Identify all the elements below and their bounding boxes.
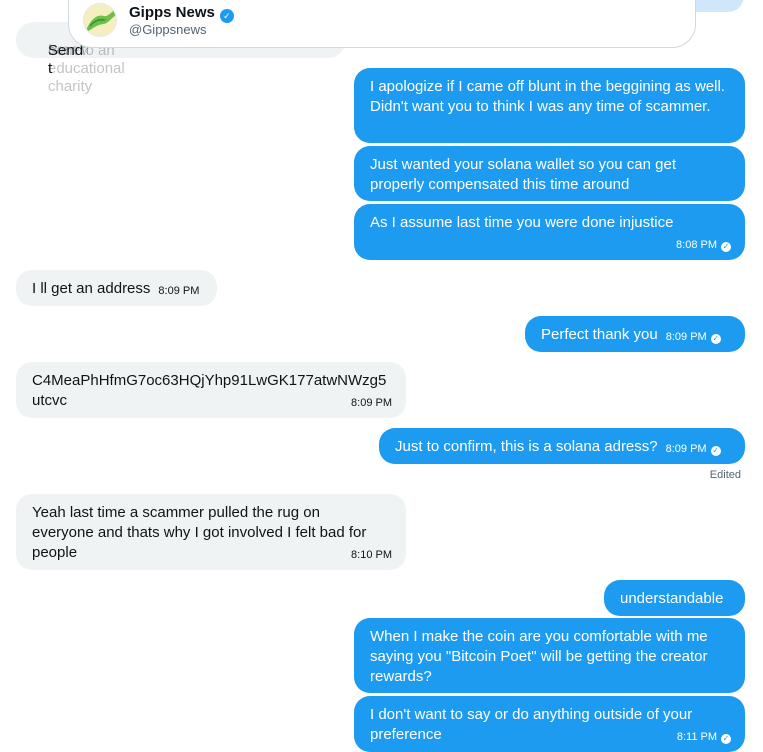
contact-handle[interactable]: @Gippsnews <box>129 22 207 38</box>
message-bubble-outgoing[interactable]: When I make the coin are you comfortable… <box>354 618 745 693</box>
avatar-image <box>84 4 116 36</box>
message-bubble-outgoing[interactable]: understandable <box>604 580 745 616</box>
message-bubble-outgoing[interactable]: I don't want to say or do anything outsi… <box>354 696 745 752</box>
message-timestamp: 8:08 PM ✓ <box>676 239 731 252</box>
read-receipt-icon: ✓ <box>721 734 731 744</box>
message-timestamp: 8:11 PM ✓ <box>676 731 731 744</box>
message-text-line: utcvc <box>32 392 68 409</box>
message-text: Perfect thank you <box>541 326 658 343</box>
read-receipt-icon: ✓ <box>710 334 721 344</box>
message-bubble-outgoing[interactable]: Just to confirm, this is a solana adress… <box>379 428 745 464</box>
message-bubble-incoming[interactable]: I ll get an address 8:09 PM <box>16 270 217 306</box>
message-bubble-outgoing[interactable]: Perfect thank you 8:09 PM ✓ <box>525 316 745 352</box>
message-text: Yeah last time a scammer pulled the rug … <box>32 504 367 561</box>
message-text: When I make the coin are you comfortable… <box>370 628 708 685</box>
message-timestamp: 8:09 PM ✓ <box>665 443 721 456</box>
message-text: Just to confirm, this is a solana adress… <box>395 438 658 455</box>
message-text: understandable <box>620 590 724 607</box>
message-text-line: C4MeaPhHfmG7oc63HQjYhp91LwGK177atwNWzg5 <box>32 372 387 389</box>
avatar[interactable] <box>83 3 117 37</box>
message-timestamp: 8:09 PM <box>158 285 200 297</box>
message-bubble-outgoing[interactable]: I apologize if I came off blunt in the b… <box>354 68 745 143</box>
read-receipt-icon: ✓ <box>721 242 731 252</box>
edited-label: Edited <box>709 469 741 481</box>
header-name-row[interactable]: Gipps News ✓ <box>129 4 234 23</box>
message-text: I don't want to say or do anything outsi… <box>370 706 693 743</box>
contact-name[interactable]: Gipps News <box>129 4 215 21</box>
message-bubble-outgoing[interactable]: As I assume last time you were done inju… <box>354 204 745 260</box>
conversation-header[interactable]: Gipps News ✓ @Gippsnews <box>68 0 696 48</box>
message-bubble-incoming[interactable]: Yeah last time a scammer pulled the rug … <box>16 494 406 570</box>
message-text: Just wanted your solana wallet so you ca… <box>370 156 677 193</box>
message-timestamp: 8:10 PM <box>351 549 392 561</box>
message-timestamp: 8:09 PM <box>351 397 392 409</box>
message-bubble-outgoing[interactable]: Just wanted your solana wallet so you ca… <box>354 146 745 201</box>
message-bubble-incoming[interactable]: C4MeaPhHfmG7oc63HQjYhp91LwGK177atwNWzg5 … <box>16 362 406 418</box>
read-receipt-icon: ✓ <box>710 446 721 456</box>
message-timestamp: 8:09 PM ✓ <box>665 331 721 344</box>
message-text: I apologize if I came off blunt in the b… <box>370 78 725 115</box>
verified-badge-icon: ✓ <box>219 9 234 23</box>
message-text: As I assume last time you were done inju… <box>370 214 674 231</box>
message-text: I ll get an address <box>32 280 151 297</box>
